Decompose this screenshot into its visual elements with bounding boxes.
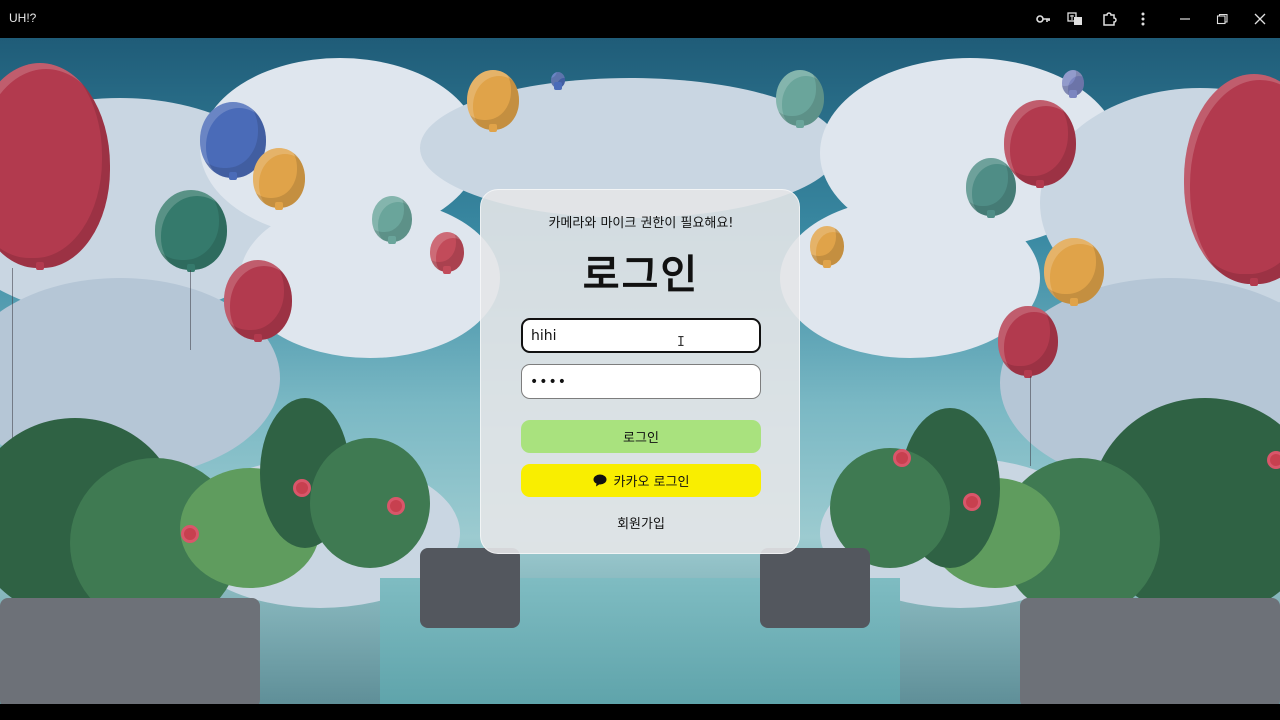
balloon bbox=[155, 190, 227, 270]
speech-bubble-icon bbox=[593, 474, 607, 487]
flower bbox=[296, 482, 308, 494]
flower bbox=[184, 528, 196, 540]
window-title: UH!? bbox=[9, 11, 37, 25]
login-button-label: 로그인 bbox=[623, 431, 659, 446]
flower bbox=[966, 496, 978, 508]
cliff bbox=[420, 548, 520, 628]
cliff bbox=[760, 548, 870, 628]
balloon bbox=[1004, 100, 1076, 186]
close-icon[interactable] bbox=[1251, 10, 1269, 28]
page-title: 로그인 bbox=[582, 252, 700, 298]
flower bbox=[390, 500, 402, 512]
balloon bbox=[776, 70, 824, 126]
title-bar: UH!? bbox=[0, 0, 1280, 38]
balloon bbox=[253, 148, 305, 208]
restore-icon[interactable] bbox=[1213, 10, 1231, 28]
kakao-login-button[interactable]: 카카오 로그인 bbox=[521, 464, 761, 497]
balloon bbox=[467, 70, 519, 130]
balloon bbox=[1044, 238, 1104, 304]
login-card: 카메라와 마이크 권한이 필요해요! 로그인 로그인 카카오 로그인 회원가입 bbox=[480, 189, 800, 554]
flower bbox=[1270, 454, 1280, 466]
balloon bbox=[224, 260, 292, 340]
login-button[interactable]: 로그인 bbox=[521, 420, 761, 453]
permission-notice: 카메라와 마이크 권한이 필요해요! bbox=[548, 216, 734, 231]
key-icon[interactable] bbox=[1034, 10, 1052, 28]
balloon bbox=[551, 72, 565, 88]
extensions-icon[interactable] bbox=[1100, 10, 1118, 28]
signup-link[interactable]: 회원가입 bbox=[481, 513, 801, 532]
balloon bbox=[1062, 70, 1084, 96]
bush bbox=[310, 438, 430, 568]
password-input[interactable] bbox=[521, 364, 761, 399]
flower bbox=[896, 452, 908, 464]
bottom-bar bbox=[0, 704, 1280, 720]
translate-icon[interactable] bbox=[1066, 10, 1084, 28]
balloon bbox=[998, 306, 1058, 376]
balloon bbox=[430, 232, 464, 272]
cliff bbox=[1020, 598, 1280, 704]
app-window: UH!? 카메라와 마이크 권한이 필요해요! 로그인 hihi •••• 로그… bbox=[0, 0, 1280, 720]
balloon bbox=[810, 226, 844, 266]
username-input[interactable] bbox=[521, 318, 761, 353]
balloon bbox=[966, 158, 1016, 216]
kakao-button-label: 카카오 로그인 bbox=[613, 475, 690, 490]
cliff bbox=[0, 598, 260, 704]
balloon bbox=[372, 196, 412, 242]
minimize-icon[interactable] bbox=[1176, 10, 1194, 28]
more-menu-icon[interactable] bbox=[1134, 10, 1152, 28]
text-cursor-icon: I bbox=[677, 335, 685, 350]
